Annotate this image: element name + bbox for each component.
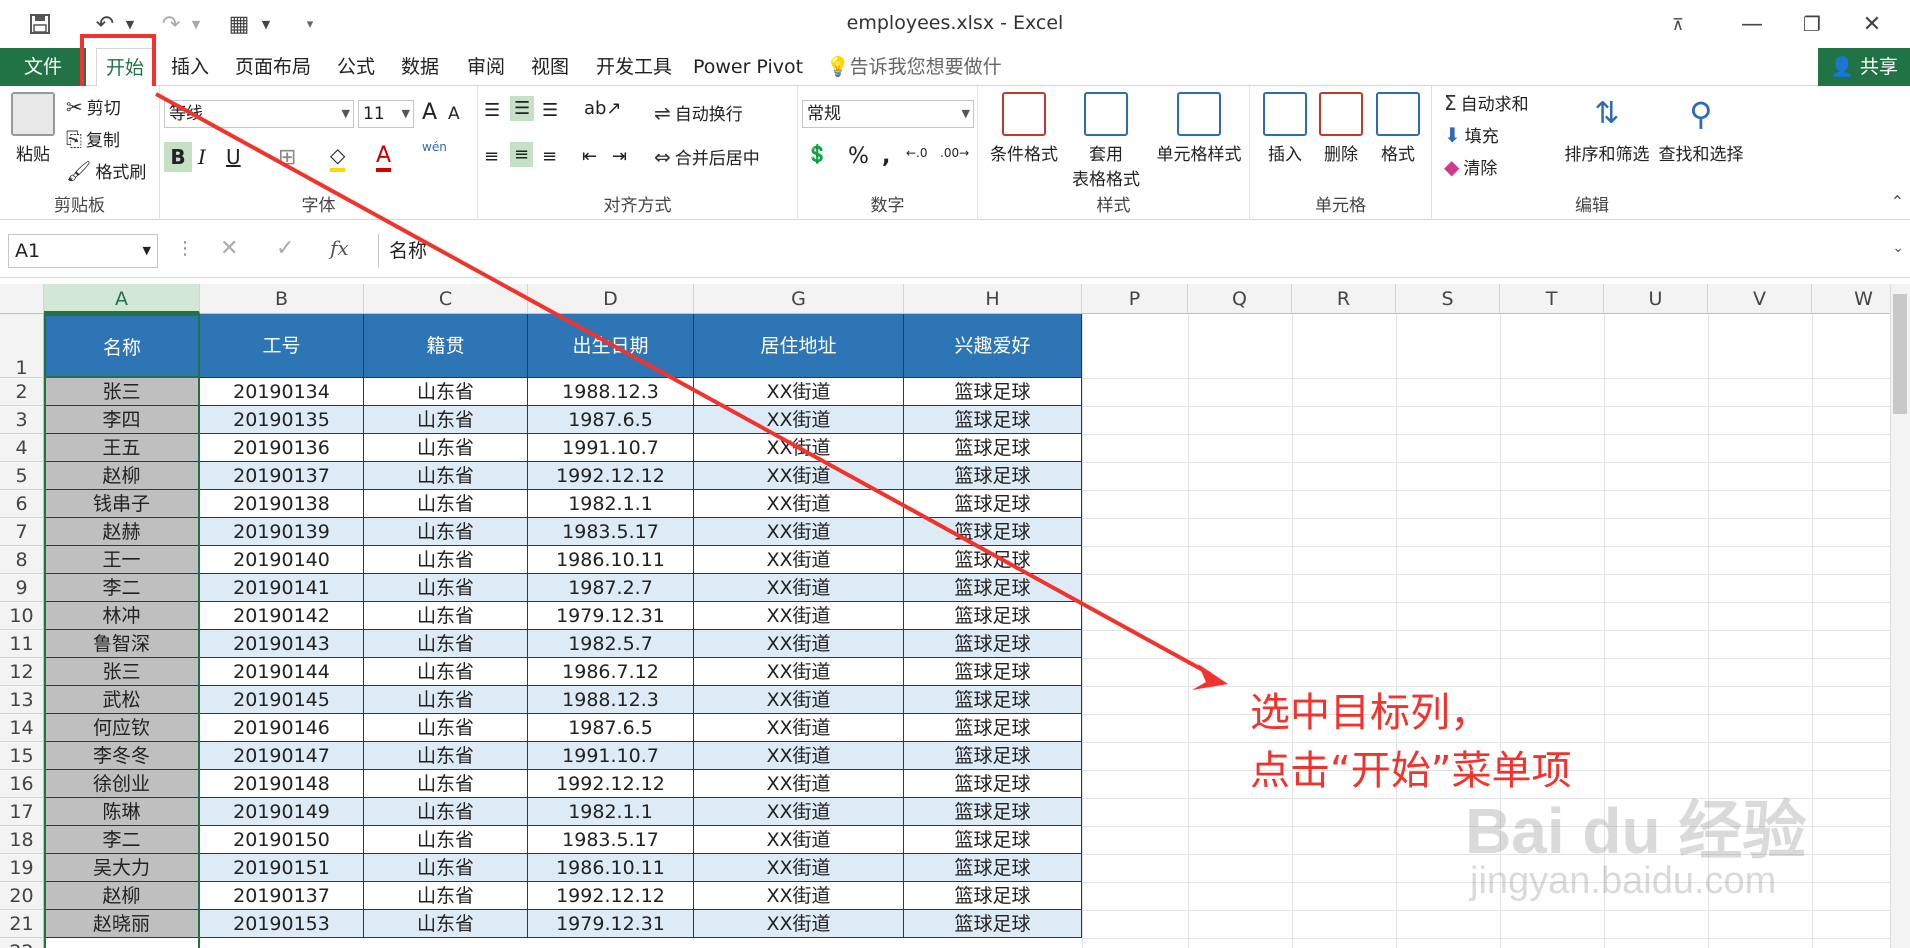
baidu-watermark: Bai du 经验 [1465, 795, 1807, 867]
baidu-watermark-url: jingyan.baidu.com [1470, 860, 1777, 902]
